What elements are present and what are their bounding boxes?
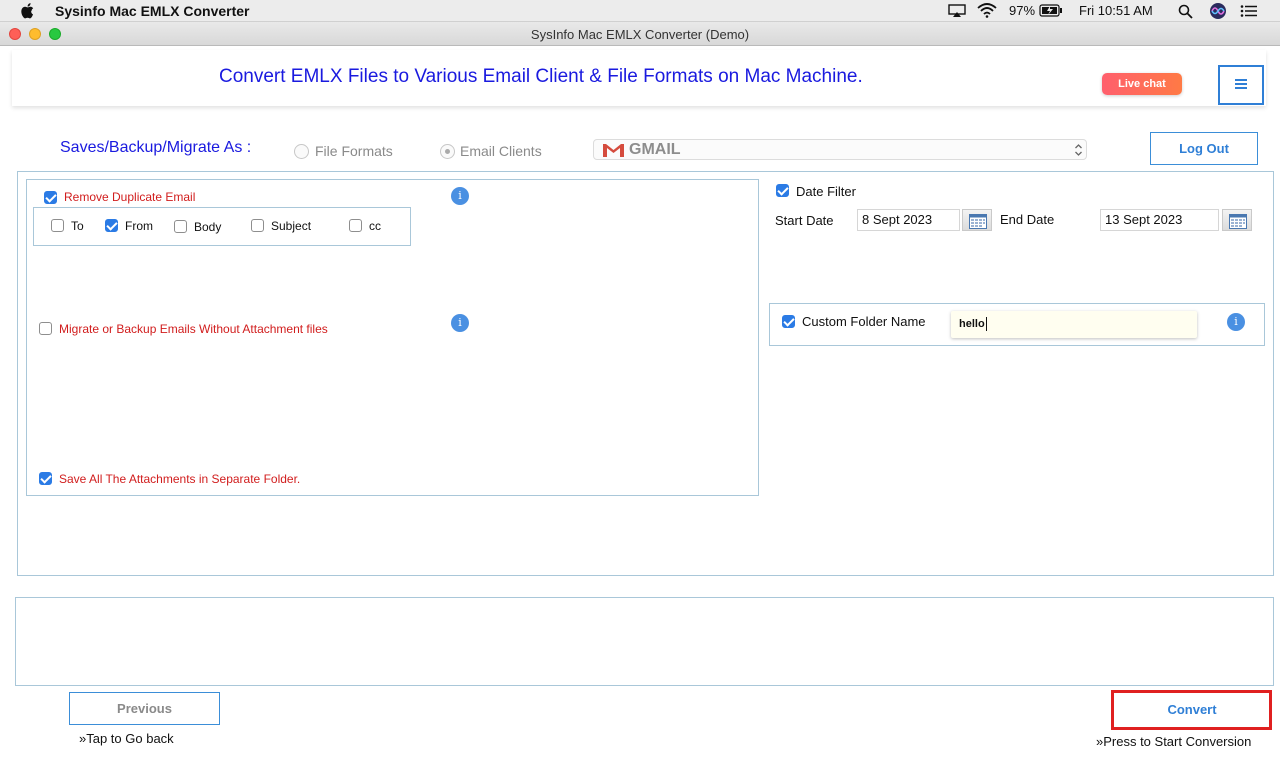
dup-body-label[interactable]: Body [194,220,221,234]
battery-percent: 97% [1009,3,1036,18]
wifi-icon[interactable] [977,3,997,18]
log-area [15,597,1274,686]
without-attachments-label[interactable]: Migrate or Backup Emails Without Attachm… [59,322,328,336]
end-date-field[interactable]: 13 Sept 2023 [1100,209,1219,231]
dup-cc-checkbox[interactable] [349,219,362,232]
spotlight-search-icon[interactable] [1178,4,1193,19]
saves-as-label: Saves/Backup/Migrate As : [60,139,252,156]
dup-from-label[interactable]: From [125,219,153,233]
logout-button[interactable]: Log Out [1150,132,1258,165]
app-menu-name[interactable]: Sysinfo Mac EMLX Converter [55,3,250,19]
selected-client-label: GMAIL [629,141,681,158]
menu-bar: Sysinfo Mac EMLX Converter 97% Fri 10:51… [0,0,1280,22]
dup-subject-label[interactable]: Subject [271,219,311,233]
email-clients-radio[interactable] [440,144,455,159]
dup-to-checkbox[interactable] [51,219,64,232]
window-title: SysInfo Mac EMLX Converter (Demo) [530,27,750,42]
save-attachments-checkbox[interactable] [39,472,52,485]
apple-icon[interactable] [20,2,36,19]
without-attachments-checkbox[interactable] [39,322,52,335]
menubar-clock[interactable]: Fri 10:51 AM [1079,3,1153,18]
hamburger-menu-button[interactable] [1218,65,1264,105]
custom-folder-input[interactable]: hello [951,311,1197,338]
dup-body-checkbox[interactable] [174,220,187,233]
dup-to-label[interactable]: To [71,219,84,233]
remove-duplicate-label[interactable]: Remove Duplicate Email [64,190,195,204]
siri-icon[interactable] [1209,2,1227,20]
calendar-icon [969,214,987,229]
convert-button[interactable]: Convert [1117,695,1267,726]
battery-icon[interactable] [1039,4,1063,17]
without-attachments-info-icon[interactable]: i [451,314,469,332]
dup-cc-label[interactable]: cc [369,219,381,233]
start-date-calendar-button[interactable] [962,209,992,231]
airplay-icon[interactable] [948,4,966,18]
banner-headline: Convert EMLX Files to Various Email Clie… [219,66,863,87]
dup-subject-checkbox[interactable] [251,219,264,232]
start-date-field[interactable]: 8 Sept 2023 [857,209,960,231]
control-center-icon[interactable] [1240,5,1258,17]
date-filter-checkbox[interactable] [776,184,789,197]
custom-folder-label[interactable]: Custom Folder Name [802,314,926,329]
email-client-select[interactable]: GMAIL [593,139,1087,160]
custom-folder-value: hello [959,318,985,330]
select-chevron-icon [1075,144,1082,156]
hamburger-icon [1235,79,1247,89]
start-date-label: Start Date [775,213,834,228]
date-filter-label[interactable]: Date Filter [796,184,856,199]
file-formats-radio[interactable] [294,144,309,159]
save-attachments-label[interactable]: Save All The Attachments in Separate Fol… [59,472,300,486]
text-cursor [986,317,987,331]
remove-duplicate-info-icon[interactable]: i [451,187,469,205]
calendar-icon [1229,214,1247,229]
end-date-label: End Date [1000,212,1055,227]
window-titlebar: SysInfo Mac EMLX Converter (Demo) [0,22,1280,46]
file-formats-label[interactable]: File Formats [315,143,393,159]
remove-duplicate-checkbox[interactable] [44,191,57,204]
email-clients-label[interactable]: Email Clients [460,143,542,159]
previous-hint: »Tap to Go back [79,731,174,746]
convert-hint: »Press to Start Conversion [1096,734,1252,749]
custom-folder-info-icon[interactable]: i [1227,313,1245,331]
gmail-icon [603,144,624,157]
custom-folder-checkbox[interactable] [782,315,795,328]
header-banner: Convert EMLX Files to Various Email Clie… [12,50,1266,106]
end-date-calendar-button[interactable] [1222,209,1252,231]
dup-from-checkbox[interactable] [105,219,118,232]
previous-button[interactable]: Previous [69,692,220,725]
live-chat-button[interactable]: Live chat [1102,73,1182,95]
